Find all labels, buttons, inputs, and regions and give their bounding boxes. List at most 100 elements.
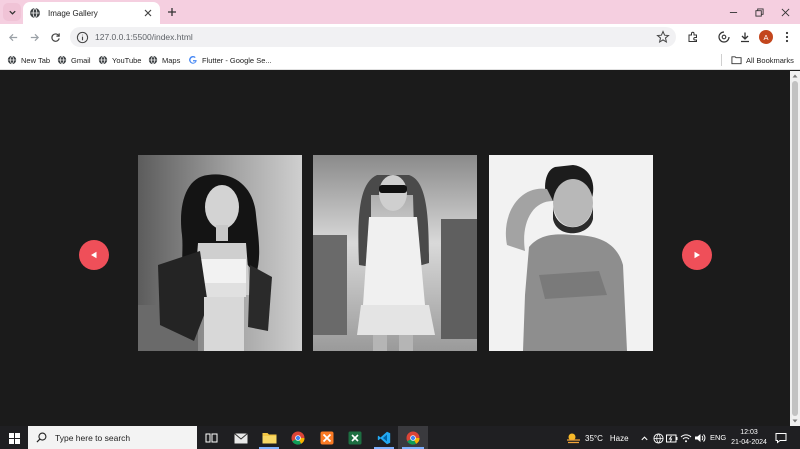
download-icon	[741, 32, 749, 43]
chrome-icon	[406, 431, 420, 445]
bookmarks-separator	[721, 54, 722, 66]
downloads-button[interactable]	[737, 29, 753, 45]
notification-icon[interactable]	[775, 432, 787, 444]
windows-taskbar: Type here to search 35°C Haze ENG 12:03 …	[0, 426, 800, 449]
haze-sun-icon	[567, 433, 580, 444]
chevron-down-icon	[8, 10, 16, 15]
globe-icon	[652, 432, 664, 444]
chrome-app-active[interactable]	[404, 429, 422, 447]
system-clock[interactable]: 12:03 21-04-2024	[730, 428, 768, 448]
arrow-left-icon	[8, 33, 17, 41]
restore-button[interactable]	[751, 4, 767, 20]
network-globe-tray[interactable]	[652, 432, 664, 444]
scroll-up-icon[interactable]	[792, 73, 798, 79]
lens-button[interactable]	[716, 29, 732, 45]
scrollbar-thumb[interactable]	[792, 81, 798, 416]
tab-strip: Image Gallery	[0, 0, 800, 24]
input-language[interactable]: ENG	[710, 433, 726, 442]
battery-tray[interactable]	[666, 432, 678, 444]
gallery-image-man-beard[interactable]	[489, 155, 653, 351]
chevron-up-icon	[640, 435, 648, 440]
gallery-image-woman-curly-hair[interactable]	[138, 155, 302, 351]
volume-tray[interactable]	[694, 432, 706, 444]
menu-button[interactable]	[779, 29, 795, 45]
info-icon[interactable]	[76, 31, 89, 44]
show-hidden-icons-button[interactable]	[638, 432, 650, 444]
bookmark-label: Flutter - Google Se...	[202, 55, 272, 65]
previous-image-button[interactable]	[79, 240, 109, 270]
restore-icon	[754, 7, 764, 17]
tab-search-button[interactable]	[3, 3, 21, 21]
wifi-tray[interactable]	[680, 432, 692, 444]
mail-icon	[234, 432, 248, 443]
task-view-button[interactable]	[202, 429, 220, 447]
excel-icon	[348, 431, 362, 445]
mail-app[interactable]	[232, 429, 250, 447]
clock-time: 12:03	[740, 429, 758, 436]
search-icon	[36, 432, 47, 443]
all-bookmarks-label: All Bookmarks	[746, 55, 794, 65]
back-button[interactable]	[5, 29, 21, 45]
url-text[interactable]: 127.0.0.1:5500/index.html	[95, 32, 656, 42]
folder-icon	[731, 56, 742, 65]
star-icon[interactable]	[656, 30, 670, 44]
windows-logo-icon	[8, 432, 20, 444]
globe-icon	[98, 55, 108, 65]
next-image-button[interactable]	[682, 240, 712, 270]
bookmark-label: Gmail	[71, 55, 91, 65]
bookmark-youtube[interactable]: YouTube	[98, 53, 141, 67]
triangle-left-icon	[91, 251, 97, 259]
weather-widget[interactable]: 35°C Haze	[566, 430, 629, 446]
profile-avatar[interactable]: A	[759, 30, 773, 44]
close-window-button[interactable]	[777, 4, 793, 20]
tab-image-gallery[interactable]: Image Gallery	[23, 2, 160, 24]
bookmark-maps[interactable]: Maps	[148, 53, 180, 67]
excel-app[interactable]	[346, 429, 364, 447]
forward-button[interactable]	[26, 29, 42, 45]
close-icon	[781, 8, 789, 16]
weather-temperature: 35°C	[585, 433, 603, 443]
minimize-button[interactable]	[725, 4, 741, 20]
tab-title: Image Gallery	[48, 8, 98, 18]
plus-icon	[168, 8, 176, 16]
page-viewport	[0, 71, 790, 426]
globe-icon	[148, 55, 158, 65]
weather-condition: Haze	[609, 433, 629, 443]
battery-charging-icon	[666, 434, 678, 442]
xampp-icon	[320, 431, 334, 445]
extensions-button[interactable]	[685, 29, 701, 45]
clock-date: 21-04-2024	[731, 439, 767, 446]
more-vertical-icon	[785, 31, 789, 43]
address-bar[interactable]: 127.0.0.1:5500/index.html	[70, 27, 676, 47]
chrome-icon	[291, 431, 305, 445]
bookmark-label: Maps	[162, 55, 181, 65]
page-scrollbar[interactable]	[790, 71, 800, 426]
vscode-app[interactable]	[375, 429, 393, 447]
taskbar-search-box[interactable]: Type here to search	[28, 426, 197, 449]
scroll-down-icon[interactable]	[792, 418, 798, 424]
search-placeholder: Type here to search	[55, 432, 131, 443]
chrome-active-window[interactable]	[398, 426, 428, 449]
reload-button[interactable]	[47, 29, 63, 45]
vscode-icon	[377, 431, 391, 445]
browser-toolbar: 127.0.0.1:5500/index.html A	[0, 24, 800, 50]
bookmark-gmail[interactable]: Gmail	[57, 53, 91, 67]
bookmark-flutter[interactable]: Flutter - Google Se...	[188, 53, 272, 67]
speaker-icon	[695, 434, 706, 442]
all-bookmarks-button[interactable]: All Bookmarks	[731, 53, 794, 67]
minimize-icon	[729, 11, 737, 13]
globe-icon	[30, 7, 40, 19]
bookmark-new-tab[interactable]: New Tab	[7, 53, 50, 67]
chrome-app[interactable]	[289, 429, 307, 447]
triangle-right-icon	[694, 251, 700, 259]
start-button[interactable]	[5, 429, 23, 447]
bookmark-label: YouTube	[112, 55, 142, 65]
google-icon	[189, 56, 197, 64]
xampp-app[interactable]	[318, 429, 336, 447]
file-explorer-app[interactable]	[260, 429, 278, 447]
new-tab-button[interactable]	[164, 4, 180, 20]
close-icon[interactable]	[142, 7, 154, 19]
gallery-image-woman-sunglasses[interactable]	[313, 155, 477, 351]
globe-icon	[7, 55, 17, 65]
reload-icon	[50, 32, 60, 42]
